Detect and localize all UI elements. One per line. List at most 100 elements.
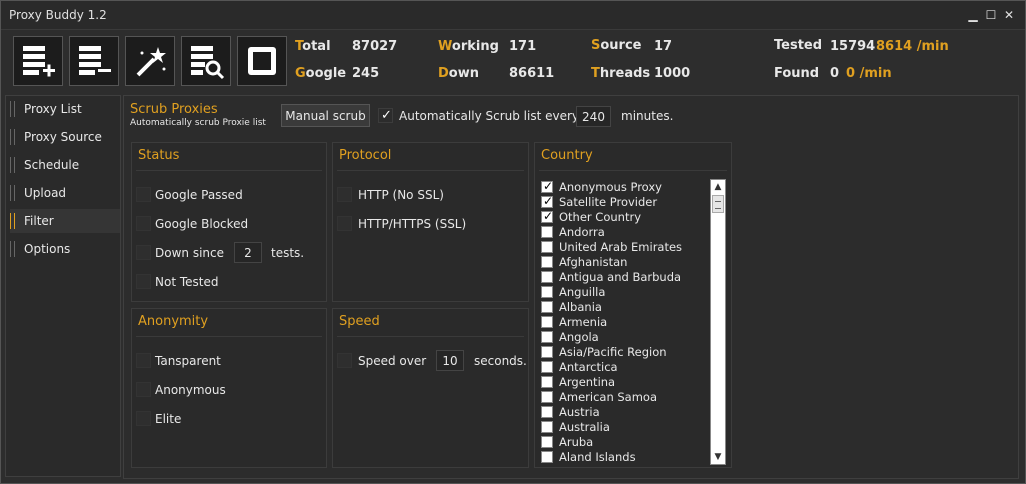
maximize-icon[interactable]: ☐ [985, 8, 997, 22]
sidebar-item-options[interactable]: Options [10, 237, 120, 261]
stat-tested-value: 15794 [830, 39, 876, 54]
remove-list-button[interactable] [69, 36, 119, 86]
country-checkbox[interactable] [541, 405, 553, 418]
status-title: Status [138, 148, 180, 163]
google-passed-checkbox[interactable] [136, 187, 151, 202]
country-list-item[interactable]: Armenia [541, 314, 607, 329]
country-checkbox[interactable] [541, 240, 553, 253]
protocol-group: Protocol HTTP (No SSL) HTTP/HTTPS (SSL) [332, 142, 529, 302]
check-icon: ✓ [381, 108, 392, 123]
country-checkbox[interactable] [541, 270, 553, 283]
country-list-item[interactable]: Angola [541, 329, 599, 344]
speed-over-checkbox[interactable] [337, 353, 352, 368]
scrub-title: Scrub Proxies [130, 102, 218, 117]
scroll-down-icon[interactable]: ▼ [711, 450, 725, 464]
country-list-item[interactable]: Argentina [541, 374, 615, 389]
country-list-item[interactable]: American Samoa [541, 389, 657, 404]
sidebar-item-proxy-source[interactable]: Proxy Source [10, 125, 120, 149]
search-list-button[interactable] [181, 36, 231, 86]
country-label: Other Country [559, 209, 641, 224]
country-label: Andorra [559, 224, 605, 239]
sidebar-item-proxy-list[interactable]: Proxy List [10, 97, 120, 121]
scroll-up-icon[interactable]: ▲ [711, 180, 725, 194]
country-list-item[interactable]: Andorra [541, 224, 605, 239]
auto-scrub-checkbox[interactable]: ✓ [378, 108, 393, 123]
divider [337, 170, 524, 171]
country-scrollbar[interactable]: ▲ ▼ [710, 179, 726, 465]
country-checkbox[interactable] [541, 225, 553, 238]
country-checkbox[interactable] [541, 255, 553, 268]
country-list-item[interactable]: Aland Islands [541, 449, 636, 464]
country-list-item[interactable]: Antigua and Barbuda [541, 269, 681, 284]
http-label: HTTP (No SSL) [358, 188, 444, 202]
country-label: Asia/Pacific Region [559, 344, 667, 359]
country-checkbox[interactable] [541, 450, 553, 463]
country-checkbox[interactable] [541, 360, 553, 373]
scroll-thumb[interactable] [712, 195, 724, 213]
anonymous-checkbox[interactable] [136, 382, 151, 397]
country-list-item[interactable]: Austria [541, 404, 600, 419]
country-list-item[interactable]: Satellite Provider [541, 194, 657, 209]
scrub-interval-input[interactable]: 240 [576, 106, 611, 127]
country-list-item[interactable]: Asia/Pacific Region [541, 344, 667, 359]
country-list-item[interactable]: Afghanistan [541, 254, 627, 269]
country-checkbox[interactable] [541, 435, 553, 448]
anonymity-title: Anonymity [138, 314, 209, 329]
https-checkbox[interactable] [337, 216, 352, 231]
sidebar-indicator [10, 241, 15, 257]
down-since-input[interactable]: 2 [234, 242, 262, 263]
sidebar-item-schedule[interactable]: Schedule [10, 153, 120, 177]
elite-label: Elite [155, 412, 182, 426]
http-checkbox[interactable] [337, 187, 352, 202]
country-label: Satellite Provider [559, 194, 658, 209]
country-list-item[interactable]: Australia [541, 419, 610, 434]
country-checkbox[interactable] [541, 179, 553, 193]
divider [539, 170, 727, 171]
sidebar-item-upload[interactable]: Upload [10, 181, 120, 205]
google-blocked-label: Google Blocked [155, 217, 249, 231]
country-checkbox[interactable] [541, 315, 553, 328]
country-label: Aruba [559, 434, 594, 449]
country-list-item[interactable]: United Arab Emirates [541, 239, 682, 254]
sidebar-item-filter[interactable]: Filter [10, 209, 120, 233]
country-label: Afghanistan [559, 254, 628, 269]
country-checkbox[interactable] [541, 285, 553, 298]
country-list-item[interactable]: Albania [541, 299, 602, 314]
country-list-item[interactable]: Anguilla [541, 284, 605, 299]
country-list-item[interactable]: Aruba [541, 434, 593, 449]
elite-checkbox[interactable] [136, 411, 151, 426]
speed-over-label: Speed over [358, 354, 427, 368]
sidebar-indicator [10, 129, 15, 145]
stop-button[interactable] [237, 36, 287, 86]
stat-found: Found 0 0 /min [774, 66, 892, 81]
country-checkbox[interactable] [541, 420, 553, 433]
country-label: Australia [559, 419, 610, 434]
country-list-item[interactable]: Other Country [541, 209, 641, 224]
down-since-checkbox[interactable] [136, 245, 151, 260]
stat-working: Working 171 [438, 39, 537, 54]
country-checkbox[interactable] [541, 345, 553, 358]
speed-over-input[interactable]: 10 [436, 350, 464, 371]
country-checkbox[interactable] [541, 209, 553, 223]
minimize-icon[interactable]: ▁ [967, 8, 979, 22]
window-title: Proxy Buddy 1.2 [9, 8, 107, 22]
stat-threads: Threads 1000 [591, 66, 691, 81]
google-blocked-checkbox[interactable] [136, 216, 151, 231]
down-since-unit: tests. [271, 246, 305, 260]
country-checkbox[interactable] [541, 330, 553, 343]
manual-scrub-button[interactable]: Manual scrub [281, 104, 370, 127]
not-tested-checkbox[interactable] [136, 274, 151, 289]
country-checkbox[interactable] [541, 194, 553, 208]
country-checkbox[interactable] [541, 300, 553, 313]
country-checkbox[interactable] [541, 375, 553, 388]
magic-wand-button[interactable] [125, 36, 175, 86]
country-checkbox[interactable] [541, 390, 553, 403]
country-list[interactable]: Anonymous ProxySatellite ProviderOther C… [541, 179, 727, 465]
country-list-item[interactable]: Anonymous Proxy [541, 179, 662, 194]
stat-tested: Tested 15794 8614 /min [774, 38, 949, 54]
stat-source: Source 17 [591, 38, 673, 54]
add-list-button[interactable] [13, 36, 63, 86]
transparent-checkbox[interactable] [136, 353, 151, 368]
close-icon[interactable]: ✕ [1003, 8, 1015, 22]
country-list-item[interactable]: Antarctica [541, 359, 618, 374]
